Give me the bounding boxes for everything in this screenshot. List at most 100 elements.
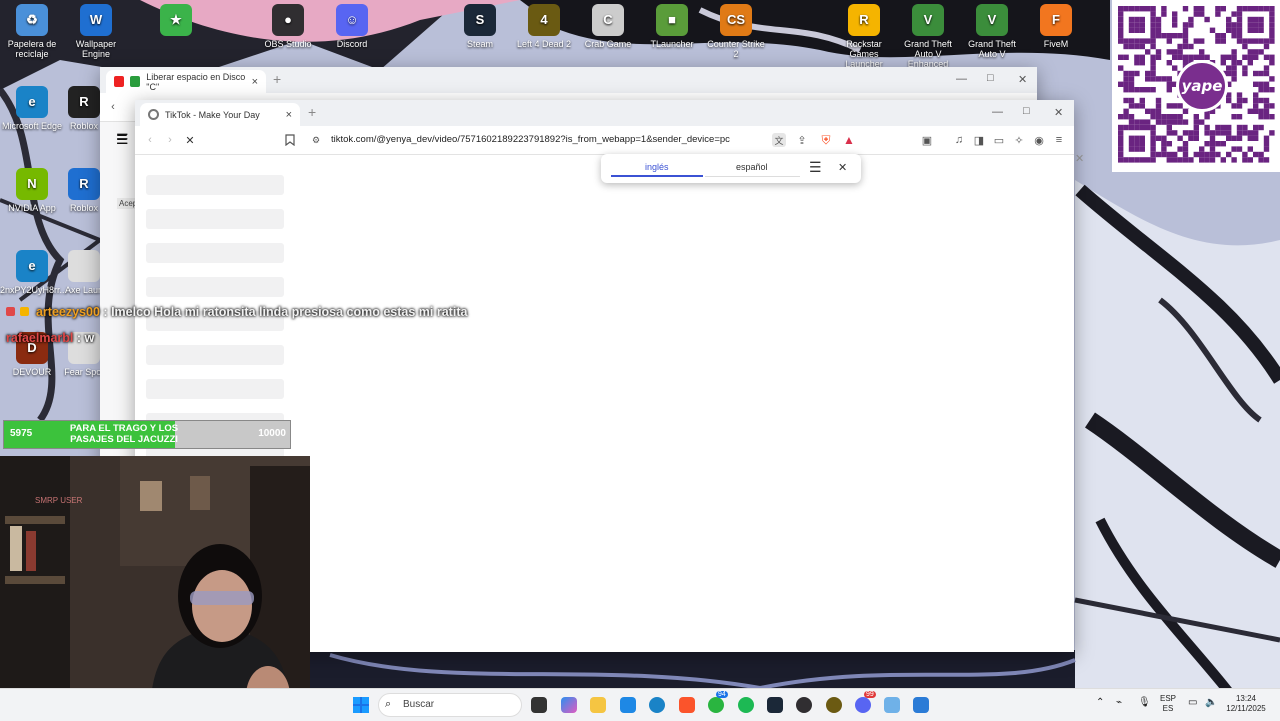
desktop-icon[interactable]: ♻ Papelera de reciclaje [0, 4, 64, 59]
obs-taskbar-icon[interactable] [796, 697, 812, 713]
desktop-app-icon: F [1040, 4, 1072, 36]
new-tab-button[interactable]: + [308, 104, 316, 120]
translate-menu-icon[interactable]: ☰ [809, 159, 822, 176]
vpn-icon[interactable]: ◉ [1032, 133, 1046, 147]
desktop-icon[interactable]: ■ TLauncher [640, 4, 704, 49]
back-arrow-icon[interactable]: ‹ [143, 133, 157, 147]
desktop-icon[interactable]: ● OBS Studio [256, 4, 320, 49]
tiktok-tab-title: TikTok - Make Your Day [165, 109, 260, 120]
microsoft-store-icon[interactable] [620, 697, 636, 713]
back-window-tab[interactable]: Liberar espacio en Disco "C" × [106, 70, 266, 93]
translate-inactive-underline [705, 176, 800, 177]
desktop-icon[interactable]: R Rockstar Games Launcher [832, 4, 896, 69]
desktop-icon-label: Left 4 Dead 2 [516, 39, 572, 49]
brave-shield-icon[interactable]: ⛨ [819, 133, 833, 147]
tray-microphone-icon[interactable]: 🎙 [1138, 698, 1151, 708]
tray-chevron-icon[interactable]: ⌃ [1096, 698, 1104, 708]
back-close-button[interactable]: ✕ [1018, 73, 1027, 86]
tray-network-icon[interactable]: ⌁ [1116, 698, 1122, 708]
language-sub: ES [1162, 704, 1174, 713]
stop-loading-icon[interactable]: ✕ [183, 133, 197, 147]
forward-arrow-icon[interactable]: › [163, 133, 177, 147]
translate-close-icon[interactable]: ✕ [838, 161, 847, 174]
file-explorer-icon[interactable] [590, 697, 606, 713]
desktop-icon[interactable]: C Crab Game [576, 4, 640, 49]
chat-badge-icon [6, 307, 15, 316]
leo-ai-icon[interactable]: ✧ [1012, 133, 1026, 147]
windows-start-icon[interactable] [353, 697, 369, 713]
close-window-button[interactable]: ✕ [1054, 106, 1063, 119]
reader-mode-icon[interactable]: ▣ [920, 133, 934, 147]
app-taskbar-icon[interactable] [826, 697, 842, 713]
back-minimize-button[interactable]: — [956, 73, 967, 85]
taskbar-search-placeholder: Buscar [403, 699, 435, 710]
media-icon[interactable]: ♫ [952, 133, 966, 147]
snipping-tool-icon[interactable] [884, 697, 900, 713]
browser-menu-icon[interactable]: ≡ [1052, 133, 1066, 147]
desktop-app-icon: ☺ [336, 4, 368, 36]
translate-lang-to[interactable]: español [736, 162, 768, 172]
desktop-app-icon: R [68, 86, 100, 118]
desktop-icon[interactable]: S Steam [448, 4, 512, 49]
back-window-titlebar[interactable]: Liberar espacio en Disco "C" × + — □ ✕ [100, 67, 1037, 93]
desktop-icon[interactable]: W Wallpaper Engine [64, 4, 128, 59]
back-new-tab-button[interactable]: + [273, 71, 281, 87]
chat-text: Imelco Hola mi ratonsita linda presiosa … [111, 305, 468, 319]
steam-taskbar-icon[interactable] [767, 697, 783, 713]
chat-username: arteezys00 [35, 305, 100, 319]
tab-close-icon[interactable]: × [286, 109, 292, 121]
maximize-button[interactable]: □ [1023, 105, 1030, 117]
tray-monitor-icon[interactable]: ▭ [1188, 698, 1197, 708]
tray-clock[interactable]: 13:24 12/11/2025 [1222, 694, 1270, 714]
copilot-icon[interactable] [561, 697, 577, 713]
page-hamburger-icon[interactable]: ☰ [116, 131, 129, 148]
taskbar-search-box[interactable]: ⌕ Buscar [378, 693, 522, 717]
tray-language[interactable]: ESP ES [1160, 694, 1176, 714]
spotify-taskbar-icon[interactable] [738, 697, 754, 713]
minimize-button[interactable]: — [992, 106, 1003, 118]
clock-time: 13:24 [1235, 694, 1257, 703]
back-popup-close-icon[interactable]: ✕ [1075, 152, 1084, 165]
desktop-icon[interactable]: CS Counter Strike 2 [704, 4, 768, 59]
translate-lang-from[interactable]: inglés [645, 162, 669, 172]
translate-icon[interactable]: 文 [772, 133, 786, 147]
discord-badge: 99 [864, 691, 876, 698]
tiktok-tab[interactable]: TikTok - Make Your Day × [140, 103, 300, 126]
remote-desktop-icon[interactable] [913, 697, 929, 713]
bookmark-icon[interactable] [283, 133, 297, 147]
back-window-tab-title: Liberar espacio en Disco "C" [146, 71, 246, 92]
whatsapp-taskbar-icon[interactable] [708, 697, 724, 713]
language-code: ESP [1160, 694, 1177, 703]
back-back-arrow-icon[interactable]: ‹ [106, 100, 120, 114]
skeleton-row [146, 379, 284, 399]
site-settings-icon[interactable]: ⚙ [309, 133, 323, 147]
windows-taskbar: ⌕ Buscar 94 99 ⌃ ⌁ 🎙 ESP ES ▭ 🔈 13:24 12… [0, 688, 1280, 721]
chat-badge-icon [20, 307, 30, 316]
address-bar-url[interactable]: tiktok.com/@yenya_dev/video/757160218922… [331, 134, 730, 145]
sidebar-icon[interactable]: ◨ [972, 133, 986, 147]
wallet-icon[interactable]: ▭ [992, 133, 1006, 147]
desktop-icon[interactable]: V Grand Theft Auto V [960, 4, 1024, 59]
desktop-app-icon: 4 [528, 4, 560, 36]
webcam-caption: SMRP USER [35, 496, 83, 505]
brave-rewards-icon[interactable]: ▲ [842, 133, 856, 147]
tray-volume-icon[interactable]: 🔈 [1205, 698, 1217, 708]
browser-titlebar[interactable]: TikTok - Make Your Day × + — □ ✕ [135, 100, 1074, 126]
desktop-app-icon: e [16, 250, 48, 282]
desktop-icon-label: OBS Studio [264, 39, 312, 49]
desktop-icon[interactable]: V Grand Theft Auto V Enhanced [896, 4, 960, 69]
brave-taskbar-icon[interactable] [679, 697, 695, 713]
share-icon[interactable]: ⇪ [795, 133, 809, 147]
desktop-icon[interactable]: ☺ Discord [320, 4, 384, 49]
back-maximize-button[interactable]: □ [987, 72, 994, 84]
task-view-icon[interactable] [531, 697, 547, 713]
discord-taskbar-icon[interactable] [855, 697, 871, 713]
desktop-icon-label: TLauncher [650, 39, 694, 49]
desktop-icon[interactable]: 4 Left 4 Dead 2 [512, 4, 576, 49]
desktop-icon[interactable]: ★ [144, 4, 208, 39]
donation-goal-bar: 5975 PARA EL TRAGO Y LOS PASAJES DEL JAC… [3, 420, 291, 449]
back-tab-close-icon[interactable]: × [252, 76, 258, 88]
desktop-icon[interactable]: F FiveM [1024, 4, 1088, 49]
chat-username: rafaelmarbl [6, 331, 74, 345]
edge-taskbar-icon[interactable] [649, 697, 665, 713]
